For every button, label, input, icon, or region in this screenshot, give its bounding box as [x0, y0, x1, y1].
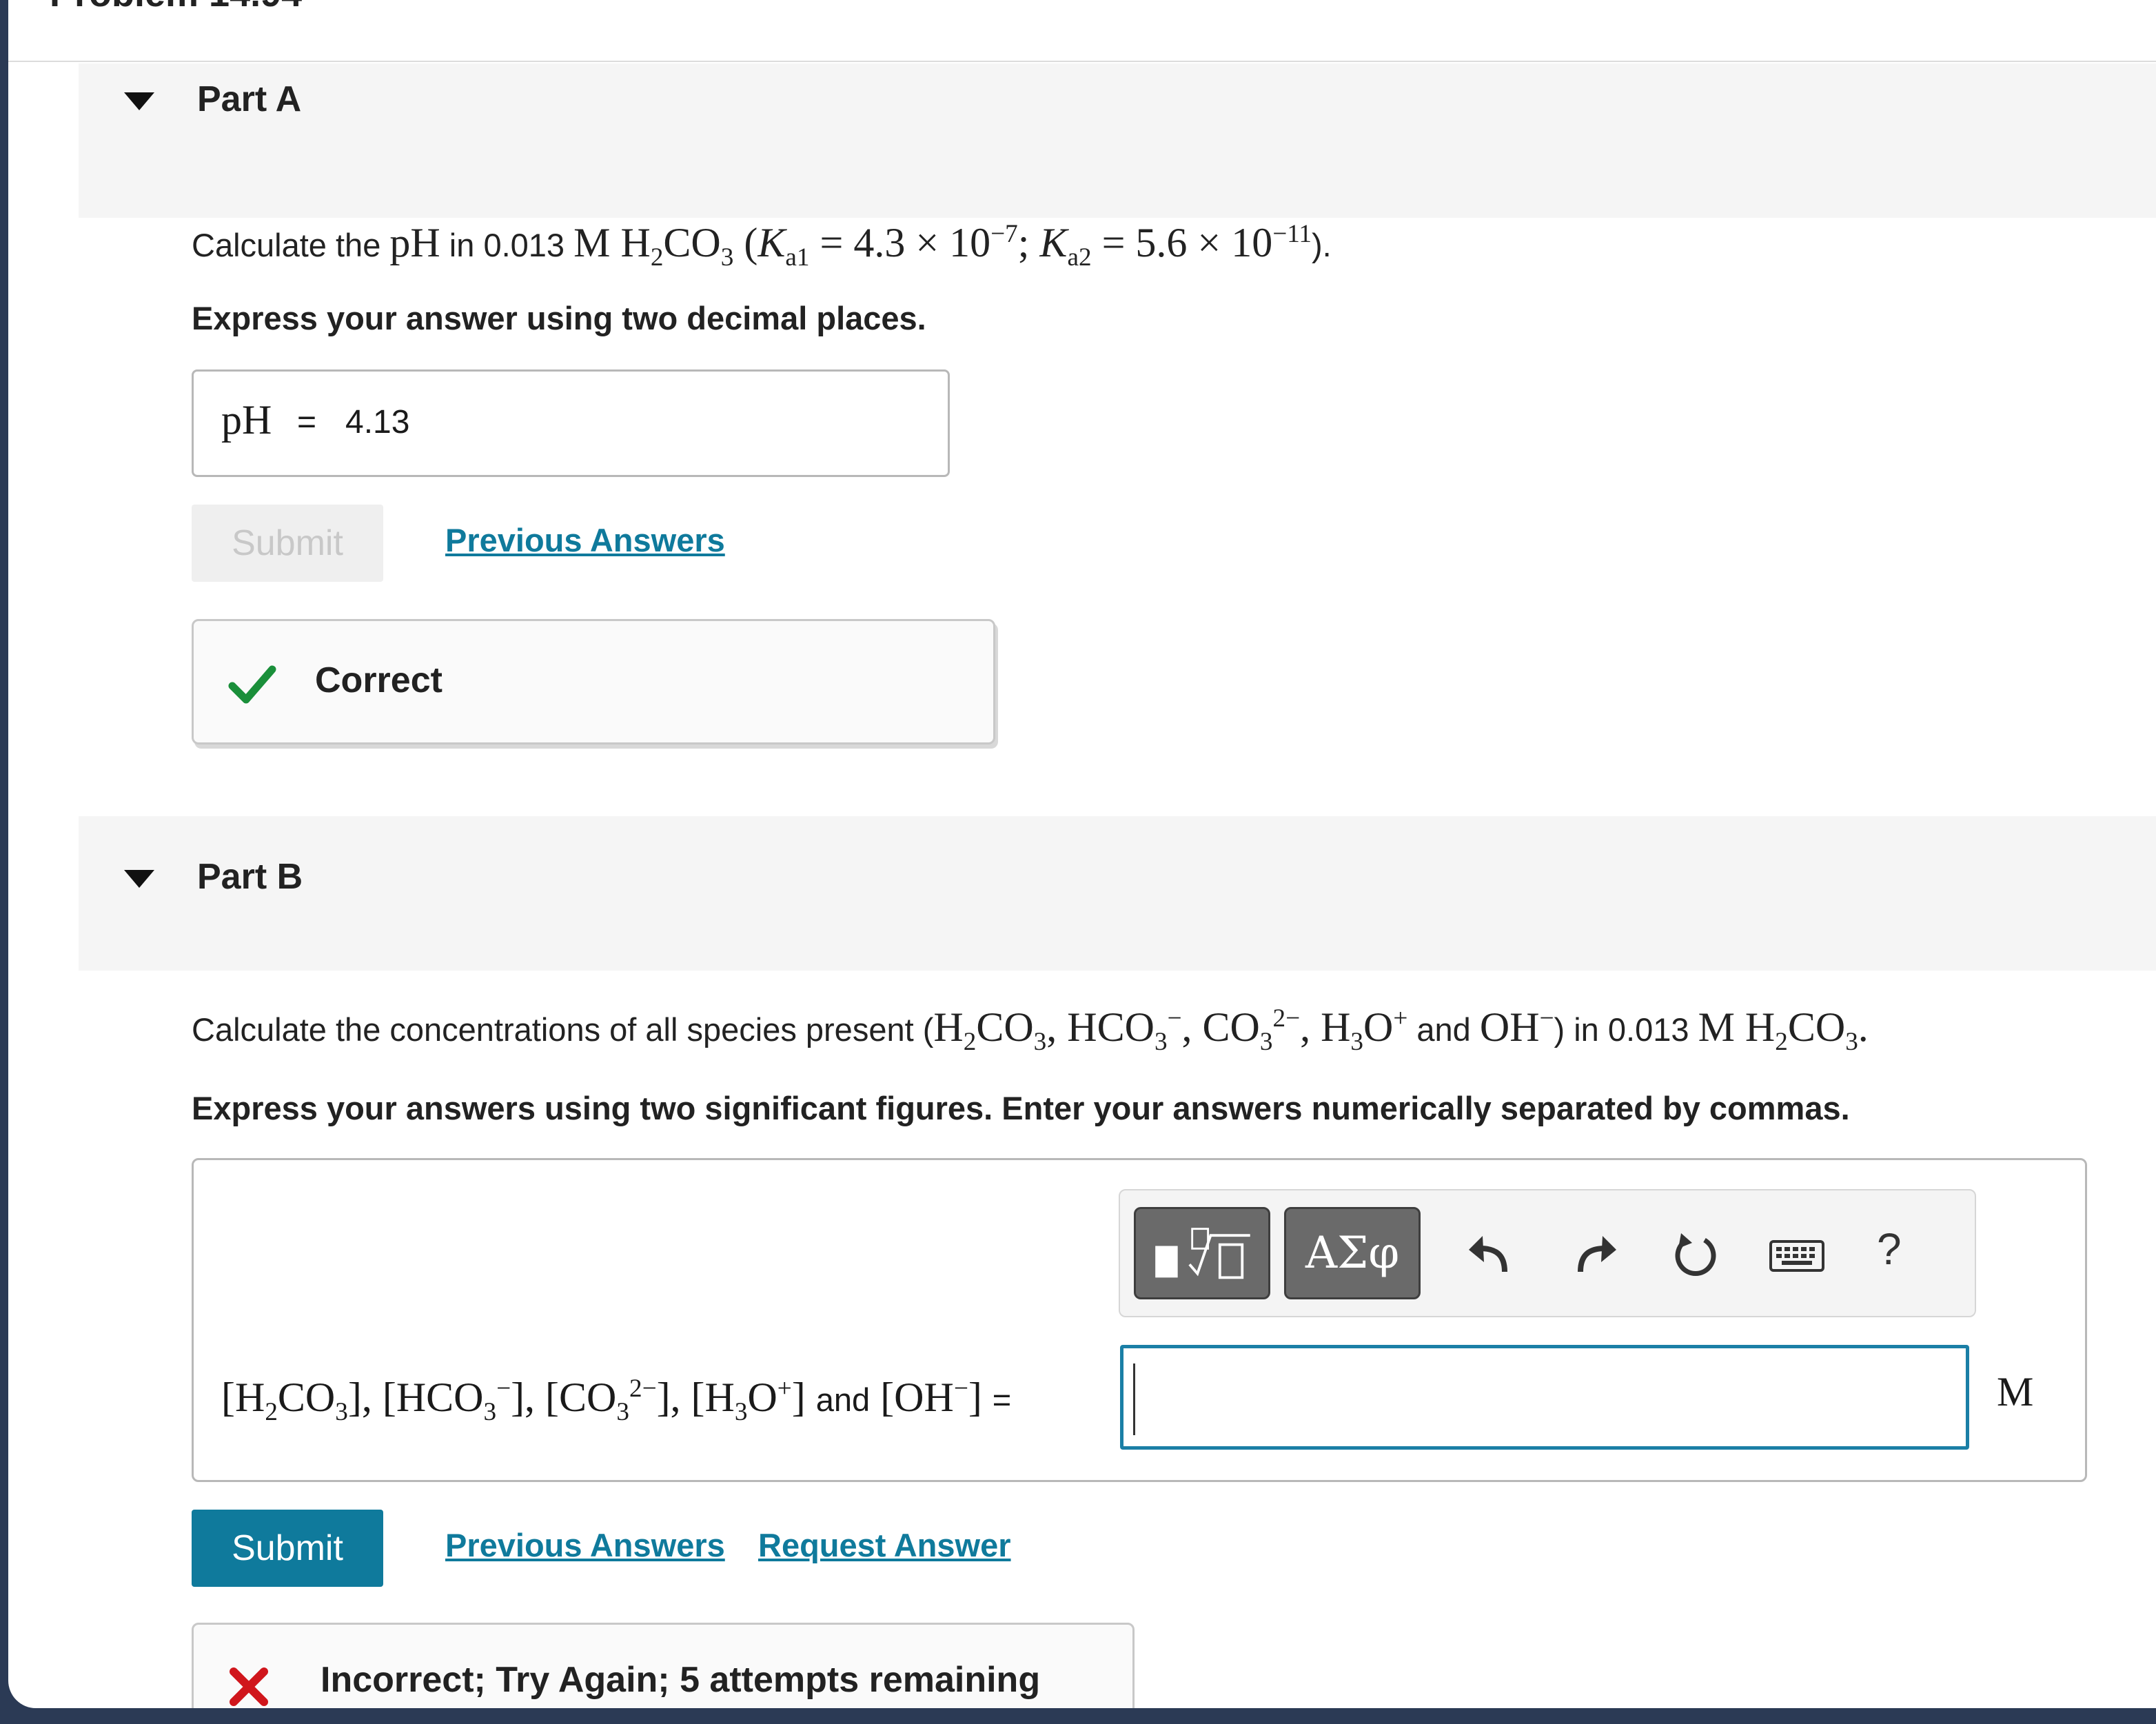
answer-expression-label: [H2CO3], [HCO3−], [CO32−], [H3O+] and [O… — [221, 1375, 1012, 1426]
answer-value[interactable]: 4.13 — [345, 403, 409, 441]
part-b-question: Calculate the concentrations of all spec… — [192, 1004, 1869, 1056]
help-button[interactable]: ? — [1877, 1224, 1902, 1275]
part-a-answer-box[interactable]: pH = 4.13 — [192, 369, 950, 477]
part-b-previous-answers-link[interactable]: Previous Answers — [445, 1526, 725, 1564]
part-b-submit-button[interactable]: Submit — [192, 1510, 383, 1587]
feedback-text: Correct — [315, 660, 443, 700]
checkmark-icon — [228, 665, 276, 704]
collapse-triangle-icon[interactable] — [124, 92, 154, 110]
undo-icon[interactable] — [1465, 1230, 1513, 1279]
part-a-feedback: Correct — [192, 619, 995, 744]
templates-button[interactable] — [1134, 1207, 1270, 1299]
part-a-question: Calculate the pH in 0.013 M H2CO3 (Ka1 =… — [192, 220, 1332, 272]
collapse-triangle-icon[interactable] — [124, 870, 154, 888]
part-a-header[interactable]: Part A — [79, 63, 2156, 218]
divider — [8, 61, 2156, 62]
part-b-header[interactable]: Part B — [79, 816, 2156, 971]
request-answer-link[interactable]: Request Answer — [758, 1526, 1011, 1564]
x-mark-icon — [230, 1667, 268, 1706]
part-a-submit-button[interactable]: Submit — [192, 505, 383, 582]
greek-symbols-button[interactable]: ΑΣφ — [1284, 1207, 1421, 1299]
answer-label: pH — [221, 397, 272, 443]
redo-icon[interactable] — [1572, 1230, 1620, 1279]
templates-icon — [1155, 1228, 1250, 1279]
unit-label: M — [1997, 1369, 2034, 1414]
problem-title: Problem 14.94 — [50, 0, 302, 15]
reset-icon[interactable] — [1671, 1230, 1720, 1279]
part-b-instruction: Express your answers using two significa… — [192, 1090, 1850, 1126]
part-b-answer-input[interactable] — [1120, 1345, 1969, 1450]
part-a-previous-answers-link[interactable]: Previous Answers — [445, 521, 725, 559]
part-b-feedback: Incorrect; Try Again; 5 attempts remaini… — [192, 1623, 1135, 1708]
part-a-title: Part A — [197, 79, 302, 119]
part-b-title: Part B — [197, 857, 303, 897]
part-b-answer-box: ΑΣφ ? [H2CO3], [HCO3−], [CO32−], [H3O+] … — [192, 1158, 2087, 1482]
text-caret — [1133, 1363, 1135, 1435]
part-a-instruction: Express your answer using two decimal pl… — [192, 300, 926, 336]
math-toolbar: ΑΣφ ? — [1119, 1189, 1976, 1317]
answer-equals: = — [297, 404, 317, 440]
feedback-text: Incorrect; Try Again; 5 attempts remaini… — [321, 1660, 1041, 1700]
problem-page: Problem 14.94 Part A Calculate the pH in… — [8, 0, 2156, 1708]
keyboard-icon[interactable] — [1768, 1230, 1826, 1279]
